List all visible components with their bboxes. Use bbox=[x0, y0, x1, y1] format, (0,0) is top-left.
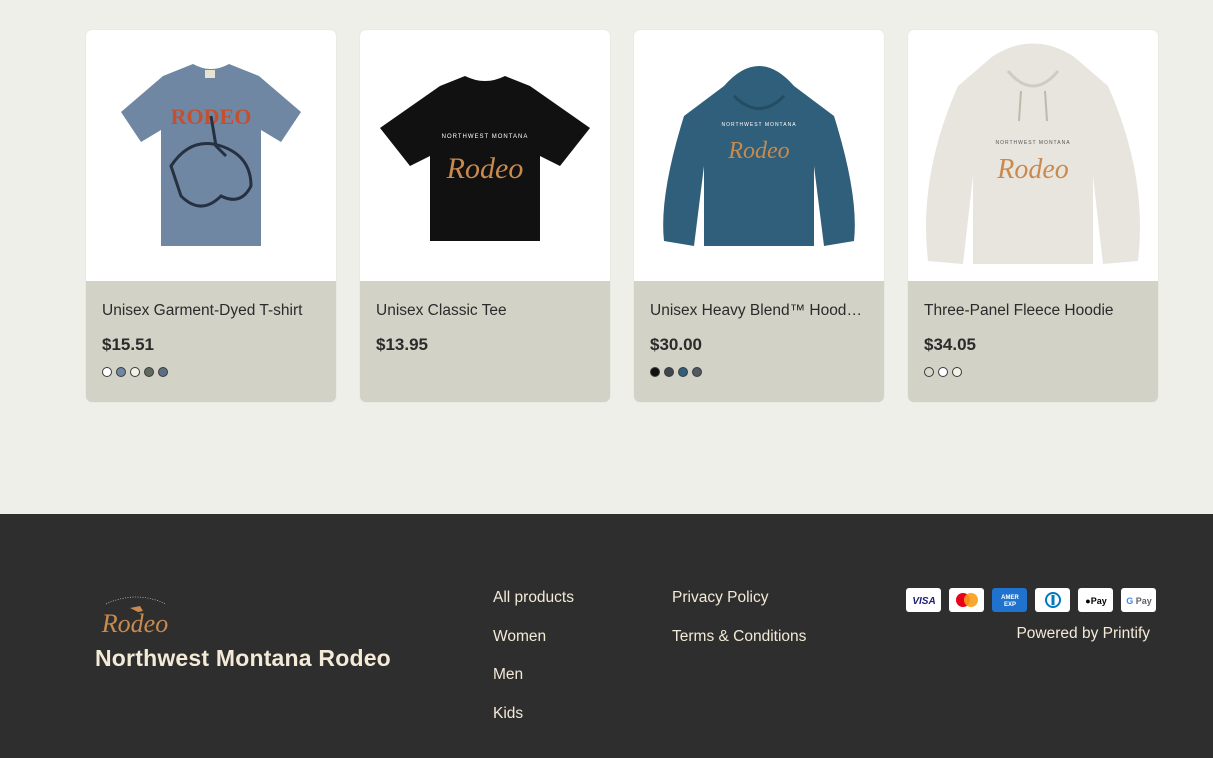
product-price: $13.95 bbox=[376, 335, 428, 354]
product-image[interactable]: RODEO bbox=[86, 30, 336, 281]
apple-pay-icon: ●Pay bbox=[1078, 588, 1113, 612]
color-swatch[interactable] bbox=[678, 367, 688, 377]
svg-text:NORTHWEST MONTANA: NORTHWEST MONTANA bbox=[995, 140, 1070, 146]
color-swatches bbox=[102, 367, 320, 377]
svg-text:AMER: AMER bbox=[1001, 595, 1019, 601]
diners-club-icon bbox=[1035, 588, 1070, 612]
nav-link-men[interactable]: Men bbox=[493, 665, 574, 686]
svg-text:Rodeo: Rodeo bbox=[727, 138, 789, 164]
product-image[interactable]: NORTHWEST MONTANA Rodeo bbox=[908, 30, 1158, 281]
color-swatch[interactable] bbox=[952, 367, 962, 377]
color-swatch[interactable] bbox=[158, 367, 168, 377]
svg-text:G Pay: G Pay bbox=[1126, 596, 1152, 606]
product-image[interactable]: NORTHWEST MONTANA Rodeo bbox=[360, 30, 610, 281]
color-swatch[interactable] bbox=[116, 367, 126, 377]
product-card[interactable]: NORTHWEST MONTANA Rodeo Unisex Heavy Ble… bbox=[634, 30, 884, 402]
svg-text:●Pay: ●Pay bbox=[1085, 596, 1106, 606]
color-swatch[interactable] bbox=[938, 367, 948, 377]
product-card[interactable]: RODEO Unisex Garment-Dyed T-shirt $15.51 bbox=[86, 30, 336, 402]
product-grid: RODEO Unisex Garment-Dyed T-shirt $15.51… bbox=[86, 30, 1158, 402]
svg-text:Rodeo: Rodeo bbox=[446, 152, 524, 185]
nav-link-all-products[interactable]: All products bbox=[493, 588, 574, 609]
privacy-policy-link[interactable]: Privacy Policy bbox=[672, 588, 806, 609]
product-price: $30.00 bbox=[650, 335, 702, 354]
nav-link-kids[interactable]: Kids bbox=[493, 704, 574, 725]
product-card[interactable]: NORTHWEST MONTANA Rodeo Three-Panel Flee… bbox=[908, 30, 1158, 402]
powered-by[interactable]: Powered by Printify bbox=[1016, 625, 1150, 643]
logo-text: Rodeo bbox=[101, 609, 168, 638]
svg-text:VISA: VISA bbox=[912, 596, 935, 607]
color-swatch[interactable] bbox=[102, 367, 112, 377]
product-price: $15.51 bbox=[102, 335, 154, 354]
product-title[interactable]: Unisex Garment-Dyed T-shirt bbox=[102, 301, 320, 321]
footer-legal-nav: Privacy Policy Terms & Conditions bbox=[672, 588, 806, 647]
nav-link-women[interactable]: Women bbox=[493, 627, 574, 648]
mastercard-icon bbox=[949, 588, 984, 612]
visa-icon: VISA bbox=[906, 588, 941, 612]
hoodie-image: NORTHWEST MONTANA Rodeo bbox=[926, 43, 1140, 264]
payment-methods: VISA AMER EXP ●Pay G Pay bbox=[906, 588, 1156, 612]
color-swatch[interactable] bbox=[924, 367, 934, 377]
color-swatch[interactable] bbox=[130, 367, 140, 377]
product-card[interactable]: NORTHWEST MONTANA Rodeo Unisex Classic T… bbox=[360, 30, 610, 402]
hoodie-image: NORTHWEST MONTANA Rodeo bbox=[663, 65, 855, 246]
tshirt-image: RODEO bbox=[121, 63, 301, 246]
google-pay-icon: G Pay bbox=[1121, 588, 1156, 612]
footer-nav: All products Women Men Kids bbox=[493, 588, 574, 724]
color-swatch[interactable] bbox=[144, 367, 154, 377]
svg-text:NORTHWEST MONTANA: NORTHWEST MONTANA bbox=[721, 122, 796, 128]
american-express-icon: AMER EXP bbox=[992, 588, 1027, 612]
color-swatches bbox=[376, 367, 594, 377]
svg-text:EXP: EXP bbox=[1003, 602, 1015, 608]
product-price: $34.05 bbox=[924, 335, 976, 354]
color-swatch[interactable] bbox=[664, 367, 674, 377]
rodeo-logo-icon: Rodeo bbox=[101, 596, 168, 638]
svg-text:Rodeo: Rodeo bbox=[996, 154, 1069, 185]
svg-text:NORTHWEST MONTANA: NORTHWEST MONTANA bbox=[442, 134, 529, 140]
color-swatch[interactable] bbox=[692, 367, 702, 377]
terms-conditions-link[interactable]: Terms & Conditions bbox=[672, 627, 806, 648]
color-swatch[interactable] bbox=[650, 367, 660, 377]
tshirt-image: NORTHWEST MONTANA Rodeo bbox=[380, 75, 590, 241]
product-image[interactable]: NORTHWEST MONTANA Rodeo bbox=[634, 30, 884, 281]
brand-logo[interactable]: Rodeo bbox=[94, 592, 178, 643]
product-title[interactable]: Three-Panel Fleece Hoodie bbox=[924, 301, 1142, 321]
product-title[interactable]: Unisex Classic Tee bbox=[376, 301, 594, 321]
color-swatches bbox=[650, 367, 868, 377]
color-swatches bbox=[924, 367, 1142, 377]
brand-name[interactable]: Northwest Montana Rodeo bbox=[95, 645, 391, 672]
product-title[interactable]: Unisex Heavy Blend™ Hooded Sweatshirt bbox=[650, 301, 868, 321]
